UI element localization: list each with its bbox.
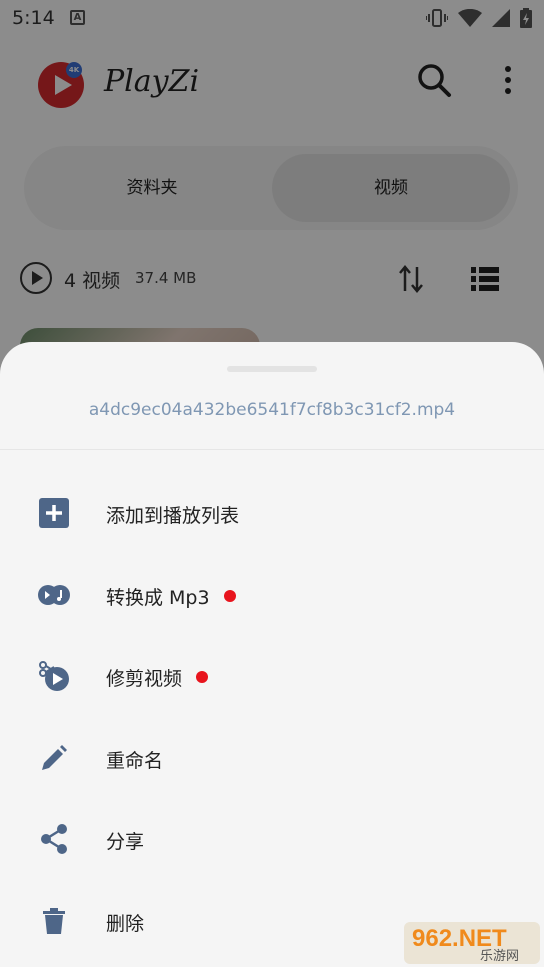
bottom-sheet: a4dc9ec04a432be6541f7cf8b3c31cf2.mp4 添加到… — [0, 342, 544, 967]
menu-label-text: 转换成 Mp3 — [106, 587, 210, 609]
trim-video-icon — [38, 660, 70, 692]
watermark-logo: 962.NET 乐游网 — [404, 922, 540, 964]
add-to-playlist-icon — [38, 497, 70, 529]
menu-item-share[interactable]: 分享 — [0, 805, 544, 877]
menu-label: 重命名 — [106, 750, 164, 772]
watermark-text: 962.NET — [412, 925, 507, 952]
delete-icon — [38, 905, 70, 937]
menu-item-rename[interactable]: 重命名 — [0, 724, 544, 796]
menu-item-trim-video[interactable]: 修剪视频 — [0, 642, 544, 714]
rename-icon — [38, 742, 70, 774]
divider — [0, 449, 544, 450]
file-name: a4dc9ec04a432be6541f7cf8b3c31cf2.mp4 — [88, 400, 456, 420]
menu-label: 删除 — [106, 913, 145, 935]
menu-label-text: 修剪视频 — [106, 668, 183, 690]
new-badge-dot — [223, 590, 236, 602]
watermark-subtext: 乐游网 — [480, 949, 519, 964]
menu-item-convert-mp3[interactable]: 转换成 Mp3 — [0, 561, 544, 633]
menu-item-add-to-playlist[interactable]: 添加到播放列表 — [0, 479, 544, 551]
menu-label: 分享 — [106, 831, 145, 853]
menu-label: 添加到播放列表 — [106, 505, 240, 527]
drag-handle[interactable] — [227, 366, 317, 372]
share-icon — [38, 823, 70, 855]
menu-label: 修剪视频 — [106, 664, 209, 691]
new-badge-dot — [196, 671, 209, 683]
convert-mp3-icon — [38, 579, 70, 611]
menu-label: 转换成 Mp3 — [106, 583, 236, 610]
